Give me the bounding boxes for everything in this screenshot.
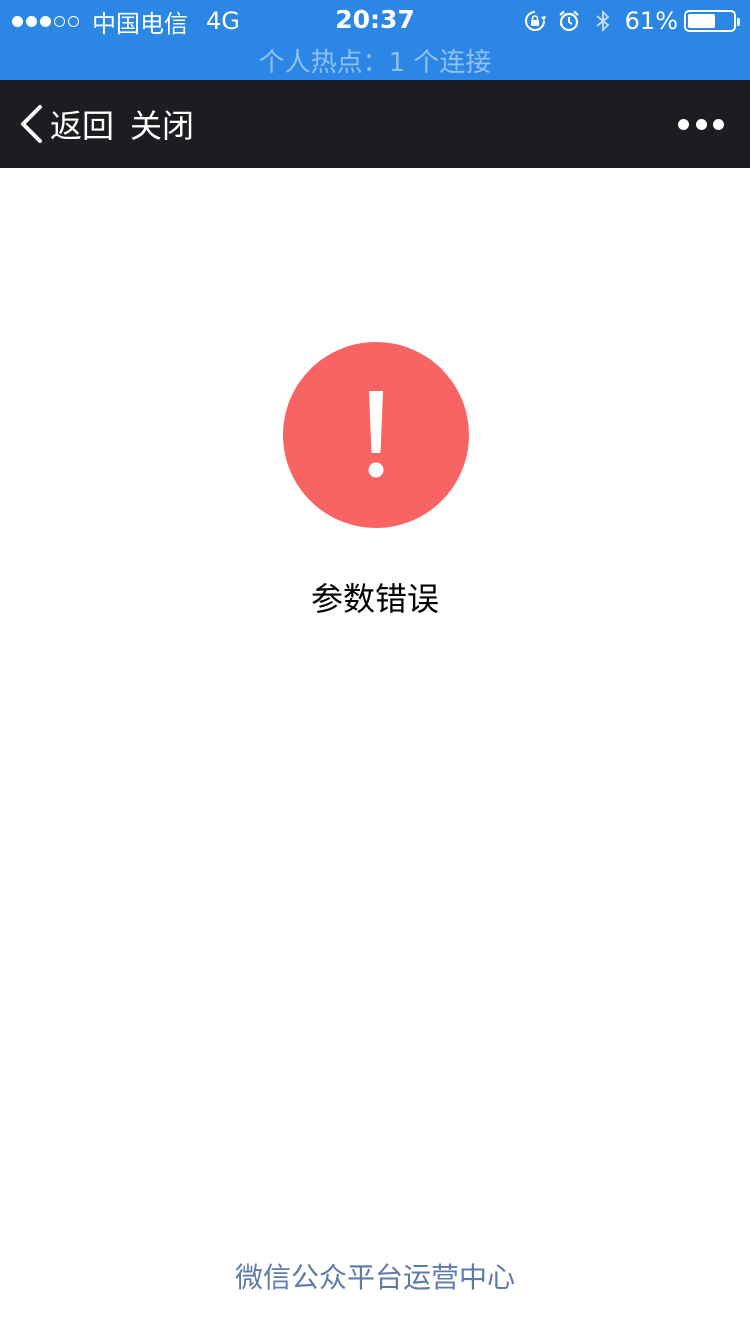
exclamation-icon (368, 391, 384, 478)
footer-link[interactable]: 微信公众平台运营中心 (0, 1256, 750, 1296)
alarm-icon (558, 10, 579, 32)
battery-level-fill (688, 14, 715, 28)
close-button[interactable]: 关闭 (130, 80, 194, 168)
bluetooth-icon (596, 9, 609, 33)
chevron-left-icon (21, 105, 42, 143)
back-label: 返回 (50, 107, 115, 145)
close-label: 关闭 (130, 107, 195, 145)
error-message: 参数错误 (310, 580, 439, 618)
error-icon (283, 342, 469, 528)
battery-percent: 61% (624, 7, 678, 35)
battery-icon (684, 10, 740, 32)
battery-nub (737, 18, 740, 26)
more-dot (713, 118, 724, 130)
status-bar: 中国电信 4G 20:37 61% 个人热点：1 个连接 (0, 0, 750, 80)
rotation-lock-icon (524, 11, 546, 31)
more-dot (678, 118, 689, 130)
more-dots-icon[interactable] (678, 80, 724, 168)
nav-bar: 返回 关闭 (0, 80, 750, 168)
hotspot-banner[interactable]: 个人热点：1 个连接 (0, 42, 750, 79)
status-right: 61% (523, 6, 740, 36)
back-button[interactable]: 返回 (18, 80, 114, 168)
more-dot (695, 118, 707, 130)
